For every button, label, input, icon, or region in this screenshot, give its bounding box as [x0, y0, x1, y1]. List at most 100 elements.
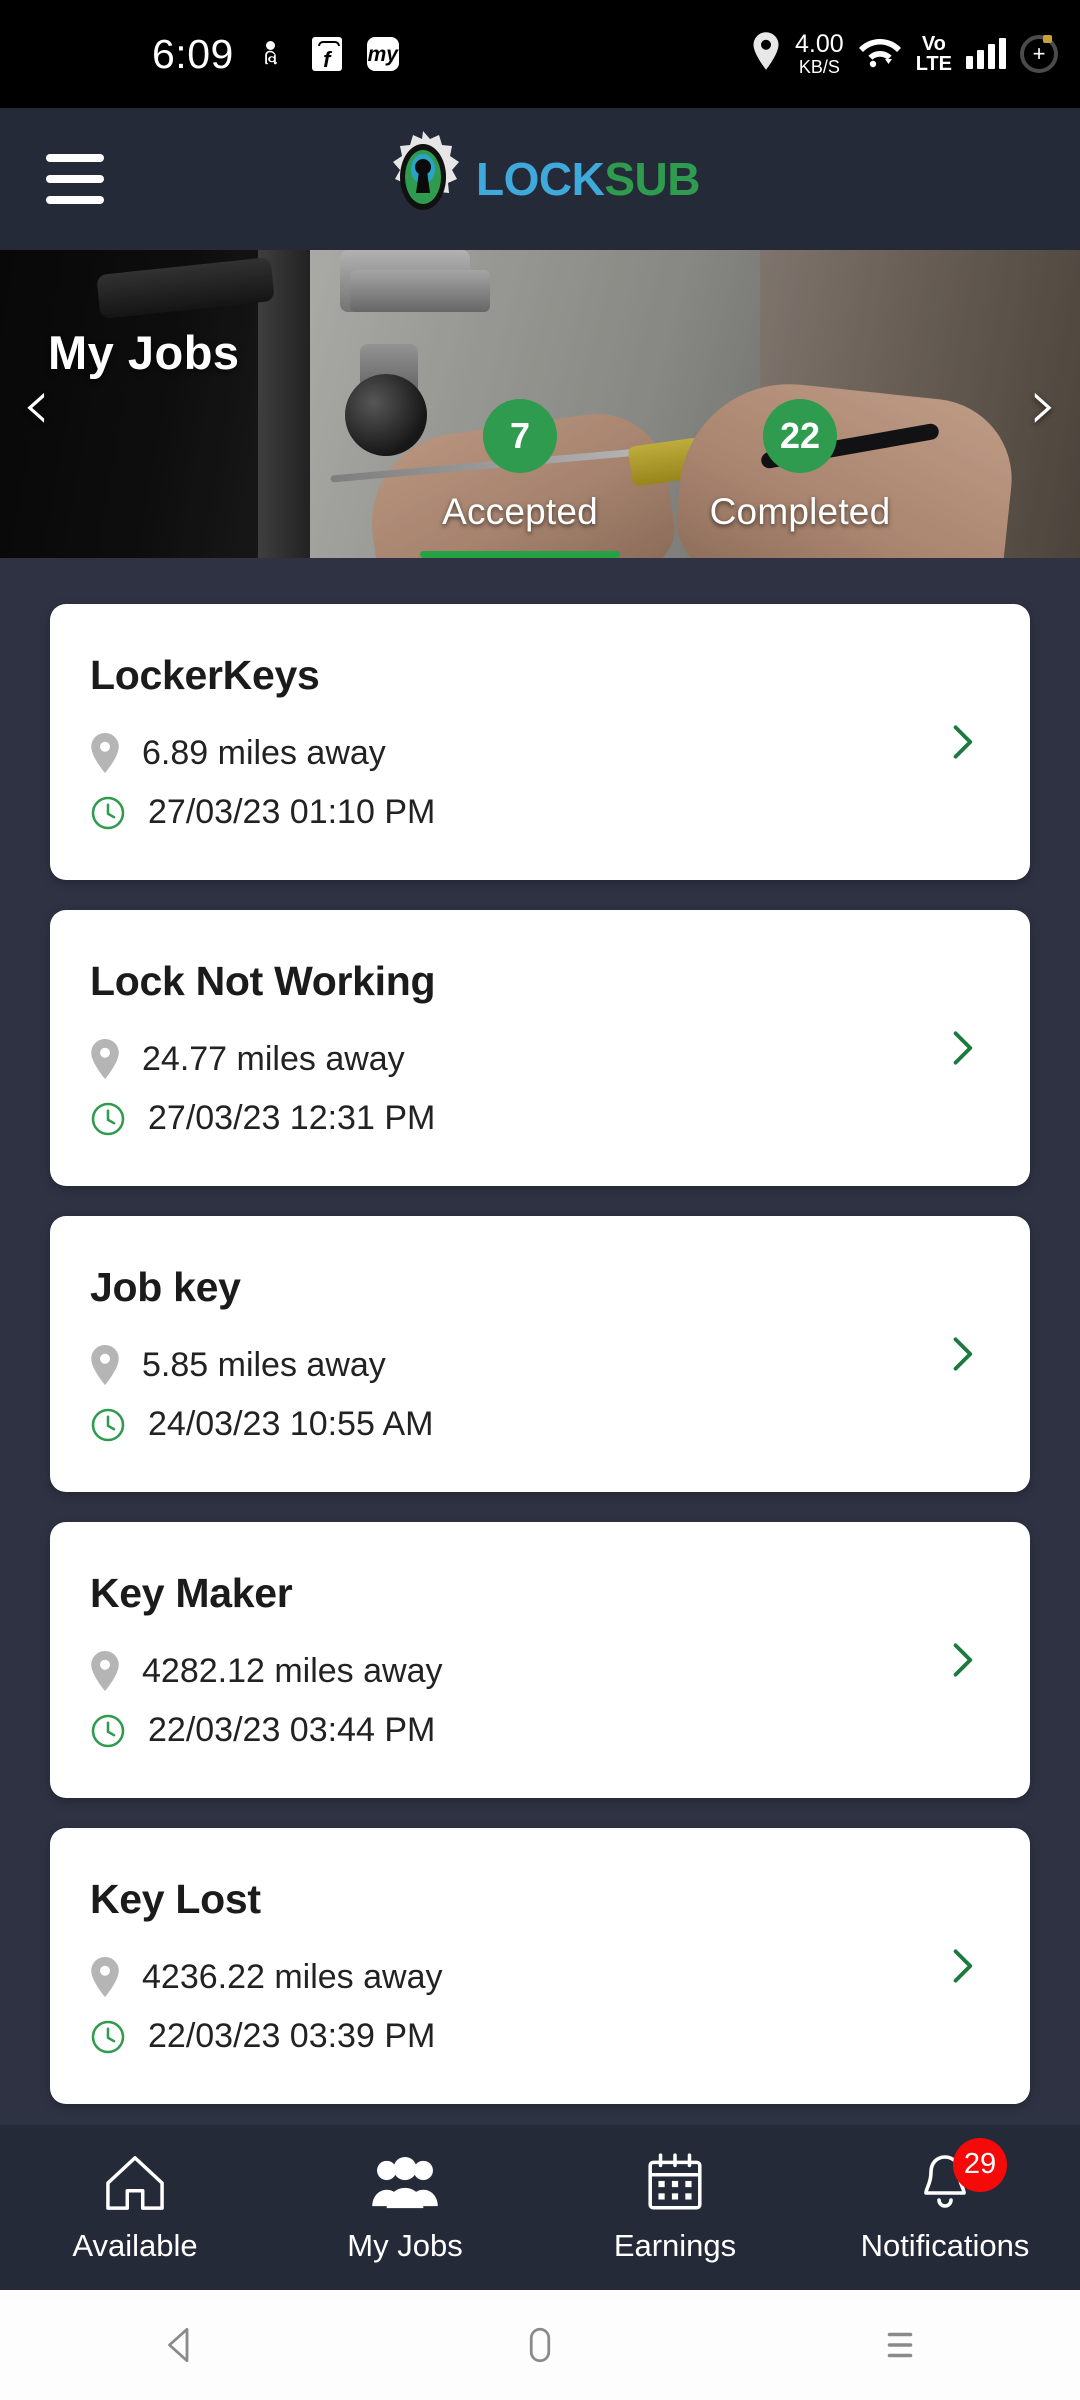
job-card-content: Lock Not Working 24.77 miles away 27/03/…: [90, 958, 926, 1138]
status-time: 6:09: [152, 30, 234, 77]
carousel-next-arrow[interactable]: ›: [1029, 368, 1058, 440]
tab-completed-underline: [700, 551, 900, 558]
wifi-icon: [858, 33, 902, 74]
job-datetime-row: 22/03/23 03:44 PM: [90, 1711, 926, 1750]
job-card[interactable]: Job key 5.85 miles away 24/03/23 10:55 A…: [50, 1216, 1030, 1492]
bell-icon: 29: [917, 2137, 1007, 2214]
job-distance-row: 5.85 miles away: [90, 1345, 926, 1385]
job-datetime: 22/03/23 03:44 PM: [148, 1711, 436, 1749]
job-datetime-row: 27/03/23 01:10 PM: [90, 793, 926, 832]
gujarati-news-icon: વિ: [252, 35, 290, 73]
recents-menu-icon[interactable]: [840, 2324, 960, 2366]
volte-icon: Vo LTE: [915, 32, 952, 75]
job-title: Job key: [90, 1264, 241, 1310]
tab-completed-count: 22: [763, 399, 837, 473]
tab-completed[interactable]: 22 Completed: [660, 399, 940, 558]
nav-label-earnings: Earnings: [613, 2227, 737, 2263]
chevron-right-icon[interactable]: [940, 1944, 984, 1988]
job-title: LockerKeys: [90, 652, 320, 698]
chevron-right-icon[interactable]: [940, 720, 984, 764]
job-card-content: Key Lost 4236.22 miles away 22/03/23 03:…: [90, 1876, 926, 2056]
brand-text-lock: LOCK: [476, 153, 605, 205]
job-distance-row: 4236.22 miles away: [90, 1957, 926, 1997]
nav-item-notifications[interactable]: 29 Notifications: [810, 2137, 1080, 2264]
clock-icon: [90, 795, 126, 831]
job-distance: 4236.22 miles away: [142, 1957, 443, 1996]
status-bar: 6:09 વિ f my 4.00 KB/S Vo LTE +: [0, 0, 1080, 108]
job-datetime-row: 24/03/23 10:55 AM: [90, 1405, 926, 1444]
job-datetime: 27/03/23 01:10 PM: [148, 793, 436, 831]
notifications-badge: 29: [953, 2137, 1007, 2192]
nav-item-my-jobs[interactable]: My Jobs: [270, 2152, 540, 2264]
chevron-right-icon[interactable]: [940, 1638, 984, 1682]
brand-text-sub: SUB: [604, 153, 700, 205]
nav-item-earnings[interactable]: Earnings: [540, 2152, 810, 2264]
job-distance-row: 24.77 miles away: [90, 1039, 926, 1079]
job-card[interactable]: Lock Not Working 24.77 miles away 27/03/…: [50, 910, 1030, 1186]
network-speed: 4.00 KB/S: [795, 30, 844, 77]
job-datetime: 27/03/23 12:31 PM: [148, 1099, 436, 1137]
home-icon: [104, 2152, 166, 2214]
home-square-icon[interactable]: [480, 2324, 600, 2366]
location-pin-icon: [90, 1651, 120, 1691]
job-datetime-row: 22/03/23 03:39 PM: [90, 2017, 926, 2056]
job-distance: 6.89 miles away: [142, 733, 386, 772]
job-title: Key Maker: [90, 1570, 293, 1616]
job-datetime: 24/03/23 10:55 AM: [148, 1405, 434, 1443]
nav-label-my-jobs: My Jobs: [347, 2227, 463, 2263]
chevron-right-icon[interactable]: [940, 1332, 984, 1376]
hamburger-menu-icon[interactable]: [46, 154, 104, 204]
status-bar-left: 6:09 વિ f my: [152, 31, 402, 78]
page-title: My Jobs: [48, 326, 240, 379]
clock-icon: [90, 1407, 126, 1443]
job-card[interactable]: Key Maker 4282.12 miles away 22/03/23 03…: [50, 1522, 1030, 1798]
clock-icon: [90, 1713, 126, 1749]
calendar-icon: [644, 2152, 706, 2214]
job-card-content: Key Maker 4282.12 miles away 22/03/23 03…: [90, 1570, 926, 1750]
hero-banner: My Jobs ‹ › 7 Accepted 22 Completed: [0, 250, 1080, 558]
location-pin-icon: [751, 32, 781, 75]
job-card[interactable]: Key Lost 4236.22 miles away 22/03/23 03:…: [50, 1828, 1030, 2104]
nav-label-notifications: Notifications: [860, 2227, 1030, 2263]
location-pin-icon: [90, 1039, 120, 1079]
clock-icon: [90, 1101, 126, 1137]
location-pin-icon: [90, 1957, 120, 1997]
status-bar-right: 4.00 KB/S Vo LTE +: [751, 32, 1058, 76]
clock-icon: [90, 2019, 126, 2055]
job-card[interactable]: LockerKeys 6.89 miles away 27/03/23 01:1…: [50, 604, 1030, 880]
phone-screen: 6:09 વિ f my 4.00 KB/S Vo LTE + LOCKSUB …: [0, 0, 1080, 2400]
brand-text: LOCKSUB: [476, 156, 700, 202]
job-distance: 24.77 miles away: [142, 1039, 405, 1078]
app-header: LOCKSUB: [0, 108, 1080, 250]
job-distance: 5.85 miles away: [142, 1345, 386, 1384]
chevron-right-icon[interactable]: [940, 1026, 984, 1070]
people-group-icon: [370, 2152, 440, 2214]
job-status-tabs: 7 Accepted 22 Completed: [380, 368, 940, 558]
brand-logo: LOCKSUB: [380, 129, 700, 230]
job-list[interactable]: LockerKeys 6.89 miles away 27/03/23 01:1…: [0, 558, 1080, 2128]
job-card-content: LockerKeys 6.89 miles away 27/03/23 01:1…: [90, 652, 926, 832]
battery-icon: +: [1020, 34, 1058, 73]
carousel-prev-arrow[interactable]: ‹: [22, 368, 51, 440]
tab-accepted[interactable]: 7 Accepted: [380, 399, 660, 558]
tab-accepted-label: Accepted: [442, 491, 598, 532]
job-title: Lock Not Working: [90, 958, 436, 1004]
job-distance: 4282.12 miles away: [142, 1651, 443, 1690]
job-distance-row: 6.89 miles away: [90, 733, 926, 773]
myjio-icon: my: [364, 35, 402, 73]
back-triangle-icon[interactable]: [120, 2324, 240, 2366]
signal-bars-icon: [966, 37, 1006, 69]
gear-keyhole-logo: [380, 129, 466, 230]
android-navigation-bar: [0, 2290, 1080, 2400]
tab-accepted-count: 7: [483, 399, 557, 473]
tab-accepted-underline: [420, 551, 620, 558]
nav-item-available[interactable]: Available: [0, 2152, 270, 2264]
bottom-navigation: Available My Jobs Earnings 29 Notificati…: [0, 2125, 1080, 2290]
location-pin-icon: [90, 733, 120, 773]
job-datetime: 22/03/23 03:39 PM: [148, 2017, 436, 2055]
tab-completed-label: Completed: [709, 491, 891, 532]
job-card-content: Job key 5.85 miles away 24/03/23 10:55 A…: [90, 1264, 926, 1444]
job-distance-row: 4282.12 miles away: [90, 1651, 926, 1691]
nav-label-available: Available: [72, 2227, 198, 2263]
job-datetime-row: 27/03/23 12:31 PM: [90, 1099, 926, 1138]
